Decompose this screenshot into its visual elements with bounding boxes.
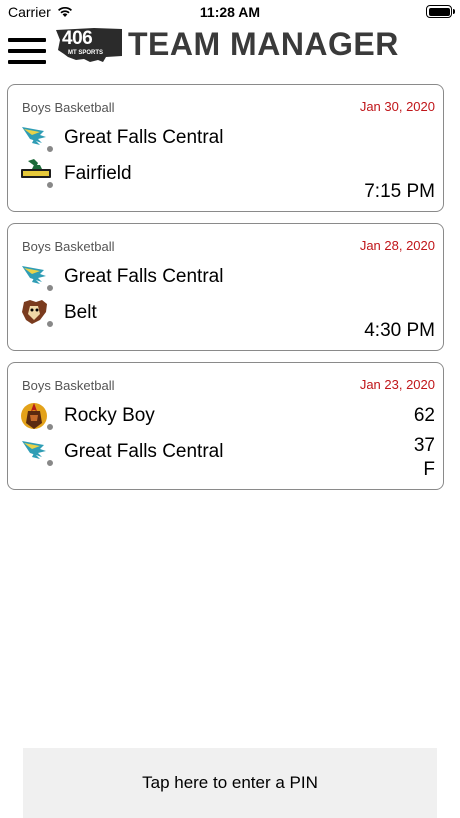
game-date: Jan 23, 2020 <box>359 377 435 392</box>
team-name: Fairfield <box>64 163 132 184</box>
game-sport: Boys Basketball <box>22 378 115 393</box>
team-row-home: Rocky Boy <box>20 401 155 431</box>
team2-score: 37 <box>413 435 435 456</box>
team-row-away: Belt <box>20 298 97 328</box>
game-sport: Boys Basketball <box>22 100 115 115</box>
team-name: Great Falls Central <box>64 441 224 462</box>
team-row-away: Fairfield <box>20 159 132 189</box>
great-falls-central-logo-icon <box>20 437 54 467</box>
game-date: Jan 30, 2020 <box>359 99 435 114</box>
belt-logo-icon <box>20 298 54 328</box>
app-header: 406 MT SPORTS TEAM MANAGER <box>0 24 460 76</box>
406-mt-sports-logo: 406 MT SPORTS <box>54 26 124 68</box>
hamburger-menu-button[interactable] <box>8 38 46 64</box>
enter-pin-label: Tap here to enter a PIN <box>142 773 318 792</box>
logo-number: 406 <box>62 28 93 49</box>
team-name: Rocky Boy <box>64 405 155 426</box>
menu-line-icon <box>8 60 46 64</box>
game-final-status: F <box>423 459 435 480</box>
game-card[interactable]: Boys Basketball Jan 30, 2020 Great Falls… <box>7 84 444 212</box>
great-falls-central-logo-icon <box>20 262 54 292</box>
team-name: Great Falls Central <box>64 266 224 287</box>
team-row-home: Great Falls Central <box>20 262 223 292</box>
team-name: Great Falls Central <box>64 127 224 148</box>
games-list: Boys Basketball Jan 30, 2020 Great Falls… <box>7 84 444 501</box>
game-time: 7:15 PM <box>364 181 435 202</box>
menu-line-icon <box>8 49 46 53</box>
game-card[interactable]: Boys Basketball Jan 23, 2020 Rocky Boy G… <box>7 362 444 490</box>
status-time: 11:28 AM <box>199 4 261 20</box>
app-title: TEAM MANAGER <box>128 26 399 62</box>
status-bar: Carrier 11:28 AM <box>0 0 460 24</box>
game-card[interactable]: Boys Basketball Jan 28, 2020 Great Falls… <box>7 223 444 351</box>
game-date: Jan 28, 2020 <box>359 238 435 253</box>
team1-score: 62 <box>413 405 435 426</box>
team-name: Belt <box>64 302 97 323</box>
fairfield-logo-icon <box>20 159 54 189</box>
rocky-boy-logo-icon <box>20 401 54 431</box>
enter-pin-button[interactable]: Tap here to enter a PIN <box>23 748 437 818</box>
battery-icon <box>426 5 455 18</box>
logo-subtitle: MT SPORTS <box>68 50 104 56</box>
great-falls-central-logo-icon <box>20 123 54 153</box>
team-row-away: Great Falls Central <box>20 437 223 467</box>
game-sport: Boys Basketball <box>22 239 115 254</box>
menu-line-icon <box>8 38 46 42</box>
team-row-home: Great Falls Central <box>20 123 223 153</box>
game-time: 4:30 PM <box>364 320 435 341</box>
